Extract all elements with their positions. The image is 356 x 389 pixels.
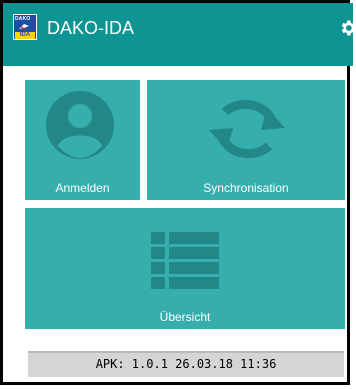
logo-emblem-icon (19, 24, 29, 31)
login-tile-label: Anmelden (55, 181, 110, 195)
sync-tile[interactable]: Synchronisation (147, 80, 345, 200)
overview-tile[interactable]: Übersicht (25, 208, 345, 329)
sync-icon (209, 99, 285, 159)
gear-icon[interactable] (338, 18, 356, 38)
app-window: DAKO IDA DAKO-IDA Anmelden Synchronisati… (0, 0, 356, 385)
app-bar: DAKO IDA DAKO-IDA (3, 3, 356, 66)
app-title: DAKO-IDA (47, 18, 135, 38)
apk-version-status: APK: 1.0.1 26.03.18 11:36 (28, 351, 344, 377)
sync-tile-label: Synchronisation (203, 181, 289, 195)
user-avatar-icon (46, 91, 114, 159)
list-icon (151, 232, 219, 289)
overview-tile-label: Übersicht (159, 310, 211, 324)
login-tile[interactable]: Anmelden (25, 80, 140, 200)
dako-ida-logo-icon: DAKO IDA (13, 14, 37, 40)
